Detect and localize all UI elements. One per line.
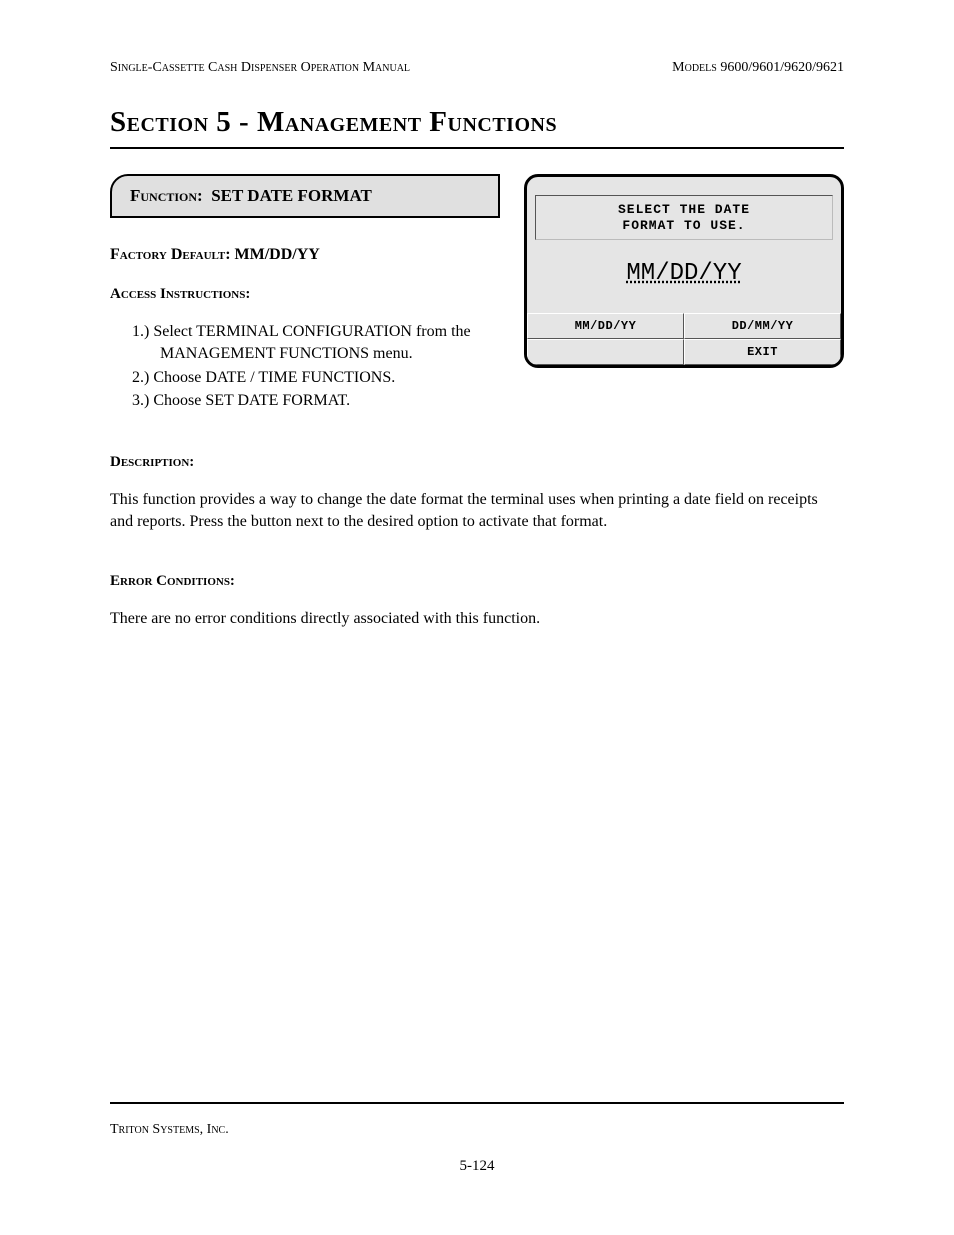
footer-company: Triton Systems, Inc. <box>110 1122 844 1138</box>
instruction-list: 1.) Select TERMINAL CONFIGURATION from t… <box>110 321 530 413</box>
page-header: Single-Cassette Cash Dispenser Operation… <box>110 60 844 76</box>
terminal-prompt: SELECT THE DATE FORMAT TO USE. <box>535 195 833 240</box>
access-instructions-label: Access Instructions: <box>110 286 530 303</box>
page-number: 5-124 <box>110 1158 844 1175</box>
instruction-item-2: 2.) Choose DATE / TIME FUNCTIONS. <box>132 367 530 389</box>
header-left: Single-Cassette Cash Dispenser Operation… <box>110 60 410 76</box>
function-tab-text: Function: SET DATE FORMAT <box>130 186 372 205</box>
terminal-button-exit[interactable]: EXIT <box>684 339 841 365</box>
terminal-prompt-line2: FORMAT TO USE. <box>622 218 745 233</box>
terminal-screenshot: SELECT THE DATE FORMAT TO USE. MM/DD/YY … <box>524 174 844 368</box>
function-name: SET DATE FORMAT <box>211 186 372 205</box>
factory-default: Factory Default: MM/DD/YY <box>110 246 530 264</box>
function-label: Function: <box>130 186 203 205</box>
terminal-buttons-row-1: MM/DD/YY DD/MM/YY <box>527 313 841 339</box>
terminal-header-area: SELECT THE DATE FORMAT TO USE. MM/DD/YY <box>527 177 841 313</box>
section-title: Section 5 - Management Functions <box>110 106 844 139</box>
terminal-button-ddmmyy[interactable]: DD/MM/YY <box>684 313 841 339</box>
terminal-button-mmddyy[interactable]: MM/DD/YY <box>527 313 684 339</box>
title-rule <box>110 147 844 149</box>
terminal-prompt-line1: SELECT THE DATE <box>618 202 750 217</box>
error-conditions-label: Error Conditions: <box>110 573 844 590</box>
function-tab: Function: SET DATE FORMAT <box>110 174 500 218</box>
factory-default-value: MM/DD/YY <box>235 246 320 263</box>
left-column: Function: SET DATE FORMAT Factory Defaul… <box>110 174 530 414</box>
terminal-buttons-row-2: EXIT <box>527 339 841 365</box>
footer-rule <box>110 1102 844 1104</box>
description-label: Description: <box>110 454 844 471</box>
terminal-button-blank <box>527 339 684 365</box>
terminal-current-format: MM/DD/YY <box>535 240 833 305</box>
page-footer: Triton Systems, Inc. 5-124 <box>110 1102 844 1175</box>
content-row: Function: SET DATE FORMAT Factory Defaul… <box>110 174 844 414</box>
header-right: Models 9600/9601/9620/9621 <box>672 60 844 76</box>
factory-default-label: Factory Default: <box>110 246 231 263</box>
instruction-item-1: 1.) Select TERMINAL CONFIGURATION from t… <box>132 321 530 366</box>
error-conditions-text: There are no error conditions directly a… <box>110 608 844 630</box>
instruction-item-3: 3.) Choose SET DATE FORMAT. <box>132 390 530 412</box>
description-text: This function provides a way to change t… <box>110 489 844 534</box>
